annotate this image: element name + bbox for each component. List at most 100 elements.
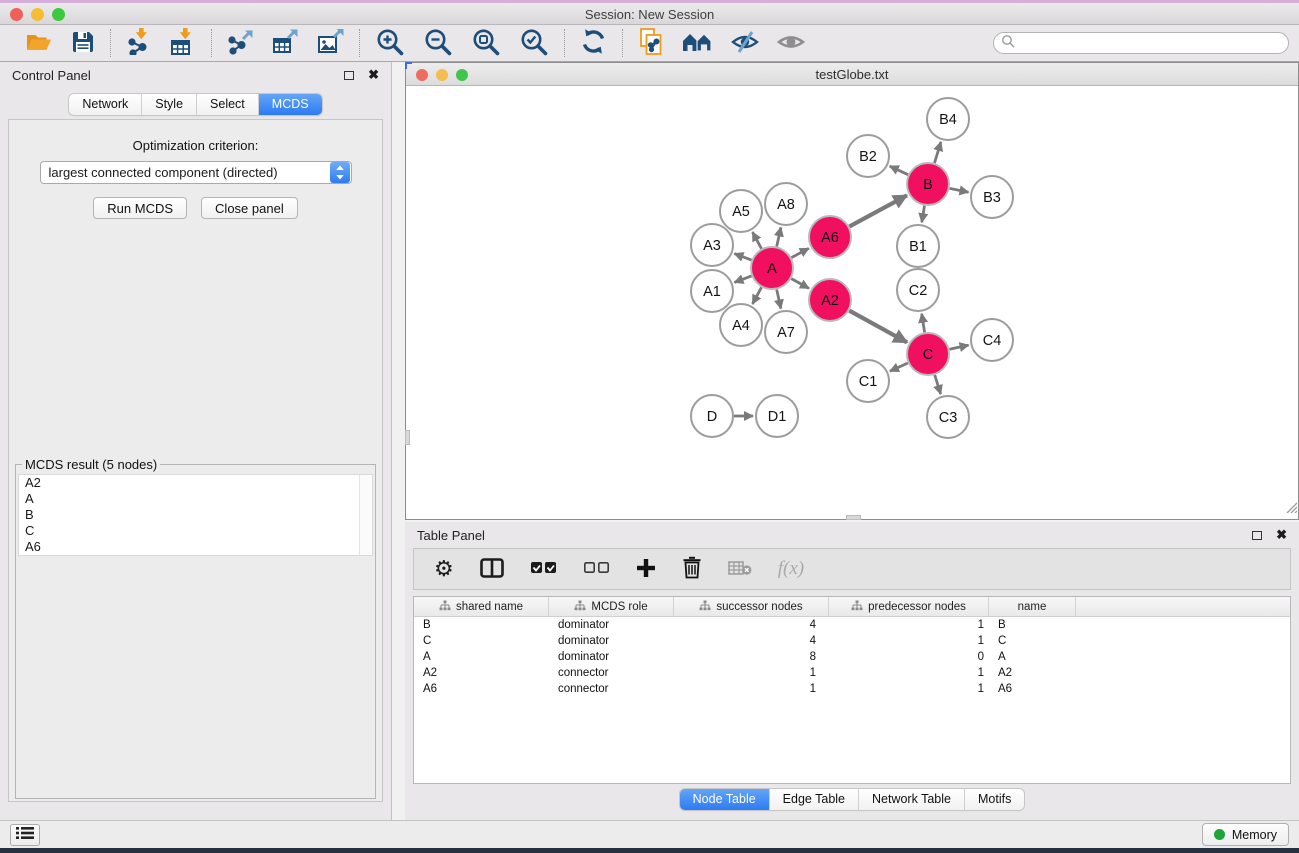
edge-C-C4[interactable] (950, 345, 969, 349)
edge-A6-B[interactable] (849, 195, 907, 226)
mcds-result-item[interactable]: A6 (19, 539, 372, 555)
tab-style[interactable]: Style (142, 94, 197, 115)
mcds-list-scrollbar[interactable] (359, 475, 372, 555)
close-panel-button[interactable]: Close panel (201, 197, 298, 219)
node-A6[interactable]: A6 (809, 216, 851, 258)
edge-A2-C[interactable] (849, 311, 907, 343)
mcds-result-item[interactable]: A2 (19, 475, 372, 491)
table-row[interactable]: Bdominator41B (414, 617, 1290, 633)
node-B3[interactable]: B3 (971, 176, 1013, 218)
node-A5[interactable]: A5 (720, 190, 762, 232)
edge-B-B3[interactable] (950, 188, 969, 192)
tab-network-table[interactable]: Network Table (859, 789, 965, 810)
edge-A-A1[interactable] (734, 276, 751, 283)
edge-A-A4[interactable] (753, 287, 762, 304)
zoom-in-button[interactable] (373, 26, 407, 61)
deselect-all-rows-button[interactable] (583, 561, 610, 578)
optimization-criterion-select[interactable]: largest connected component (directed) (40, 161, 352, 184)
bottom-resize-grip[interactable] (846, 515, 861, 520)
column-header-successor-nodes[interactable]: successor nodes (674, 597, 829, 616)
task-history-button[interactable] (10, 824, 40, 846)
tab-select[interactable]: Select (197, 94, 259, 115)
zoom-out-button[interactable] (421, 26, 455, 61)
add-column-button[interactable] (636, 558, 656, 581)
mcds-result-item[interactable]: C (19, 523, 372, 539)
search-field[interactable] (993, 32, 1289, 54)
edge-A-A5[interactable] (753, 232, 762, 249)
edge-A-A8[interactable] (777, 227, 781, 246)
split-columns-button[interactable] (480, 558, 504, 581)
mcds-result-item[interactable]: A (19, 491, 372, 507)
node-C[interactable]: C (907, 333, 949, 375)
edge-A-A3[interactable] (734, 254, 751, 261)
table-row[interactable]: Adominator80A (414, 649, 1290, 665)
network-canvas[interactable]: A A1 A2 A3 A4 A5 A6 A7 A8 B B1 B2 B3B4 C C1 C2 C3C4 D D1 (406, 86, 1298, 519)
open-session-button[interactable] (23, 29, 55, 58)
table-row[interactable]: A2connector11A2 (414, 665, 1290, 681)
search-input[interactable] (1019, 34, 1288, 52)
node-C4[interactable]: C4 (971, 319, 1013, 361)
edge-C-C1[interactable] (890, 363, 908, 371)
node-C1[interactable]: C1 (847, 360, 889, 402)
node-C3[interactable]: C3 (927, 396, 969, 438)
node-B[interactable]: B (907, 163, 949, 205)
tab-edge-table[interactable]: Edge Table (770, 789, 859, 810)
tab-mcds[interactable]: MCDS (259, 94, 322, 115)
column-header-shared-name[interactable]: shared name (414, 597, 549, 616)
table-row[interactable]: Cdominator41C (414, 633, 1290, 649)
node-C2[interactable]: C2 (897, 269, 939, 311)
tab-motifs[interactable]: Motifs (965, 789, 1024, 810)
tab-node-table[interactable]: Node Table (680, 789, 770, 810)
edge-C-C3[interactable] (935, 375, 941, 394)
node-A1[interactable]: A1 (691, 270, 733, 312)
node-A2[interactable]: A2 (809, 279, 851, 321)
edge-B-B4[interactable] (935, 142, 941, 163)
panel-splitter[interactable] (392, 62, 405, 820)
hide-unselected-button[interactable] (729, 29, 761, 58)
export-image-button[interactable] (315, 28, 346, 59)
float-panel-icon[interactable] (344, 71, 354, 80)
save-session-button[interactable] (69, 29, 97, 58)
node-B1[interactable]: B1 (897, 225, 939, 267)
edge-B-B1[interactable] (922, 206, 925, 223)
close-table-panel-icon[interactable]: ✖ (1276, 530, 1287, 540)
export-table-button[interactable] (270, 28, 301, 59)
run-mcds-button[interactable]: Run MCDS (93, 197, 187, 219)
settings-gear-button[interactable]: ⚙ (434, 558, 454, 580)
select-all-rows-button[interactable] (530, 561, 557, 578)
zoom-selected-button[interactable] (517, 26, 551, 61)
node-B2[interactable]: B2 (847, 135, 889, 177)
clone-network-button[interactable] (636, 27, 666, 59)
first-neighbors-button[interactable] (680, 29, 715, 58)
close-panel-icon[interactable]: ✖ (368, 70, 379, 80)
refresh-layout-button[interactable] (578, 27, 609, 59)
memory-button[interactable]: Memory (1202, 823, 1289, 846)
column-header-predecessor-nodes[interactable]: predecessor nodes (829, 597, 989, 616)
network-graph[interactable]: A A1 A2 A3 A4 A5 A6 A7 A8 B B1 B2 B3B4 C C1 C2 C3C4 D D1 (406, 86, 1298, 519)
mcds-result-list[interactable]: A2ABCA6 (18, 474, 373, 556)
edge-A-A6[interactable] (791, 248, 808, 257)
column-header-name[interactable]: name (989, 597, 1076, 616)
node-B4[interactable]: B4 (927, 98, 969, 140)
import-table-button[interactable] (168, 27, 198, 59)
edge-A-A7[interactable] (777, 290, 781, 309)
node-A4[interactable]: A4 (720, 304, 762, 346)
delete-columns-button[interactable] (682, 556, 702, 582)
node-A3[interactable]: A3 (691, 224, 733, 266)
edge-A-A2[interactable] (791, 279, 809, 289)
node-A[interactable]: A (751, 247, 793, 289)
node-D1[interactable]: D1 (756, 395, 798, 437)
show-all-button[interactable] (775, 29, 807, 58)
mcds-result-item[interactable]: B (19, 507, 372, 523)
table-row[interactable]: A6connector11A6 (414, 681, 1290, 697)
node-D[interactable]: D (691, 395, 733, 437)
tab-network[interactable]: Network (69, 94, 142, 115)
export-network-button[interactable] (225, 28, 256, 59)
float-table-panel-icon[interactable] (1252, 531, 1262, 540)
import-network-button[interactable] (124, 27, 154, 59)
edge-C-C2[interactable] (922, 314, 925, 333)
node-A8[interactable]: A8 (765, 183, 807, 225)
zoom-fit-button[interactable] (469, 26, 503, 61)
left-resize-grip[interactable] (405, 430, 410, 445)
node-A7[interactable]: A7 (765, 311, 807, 353)
